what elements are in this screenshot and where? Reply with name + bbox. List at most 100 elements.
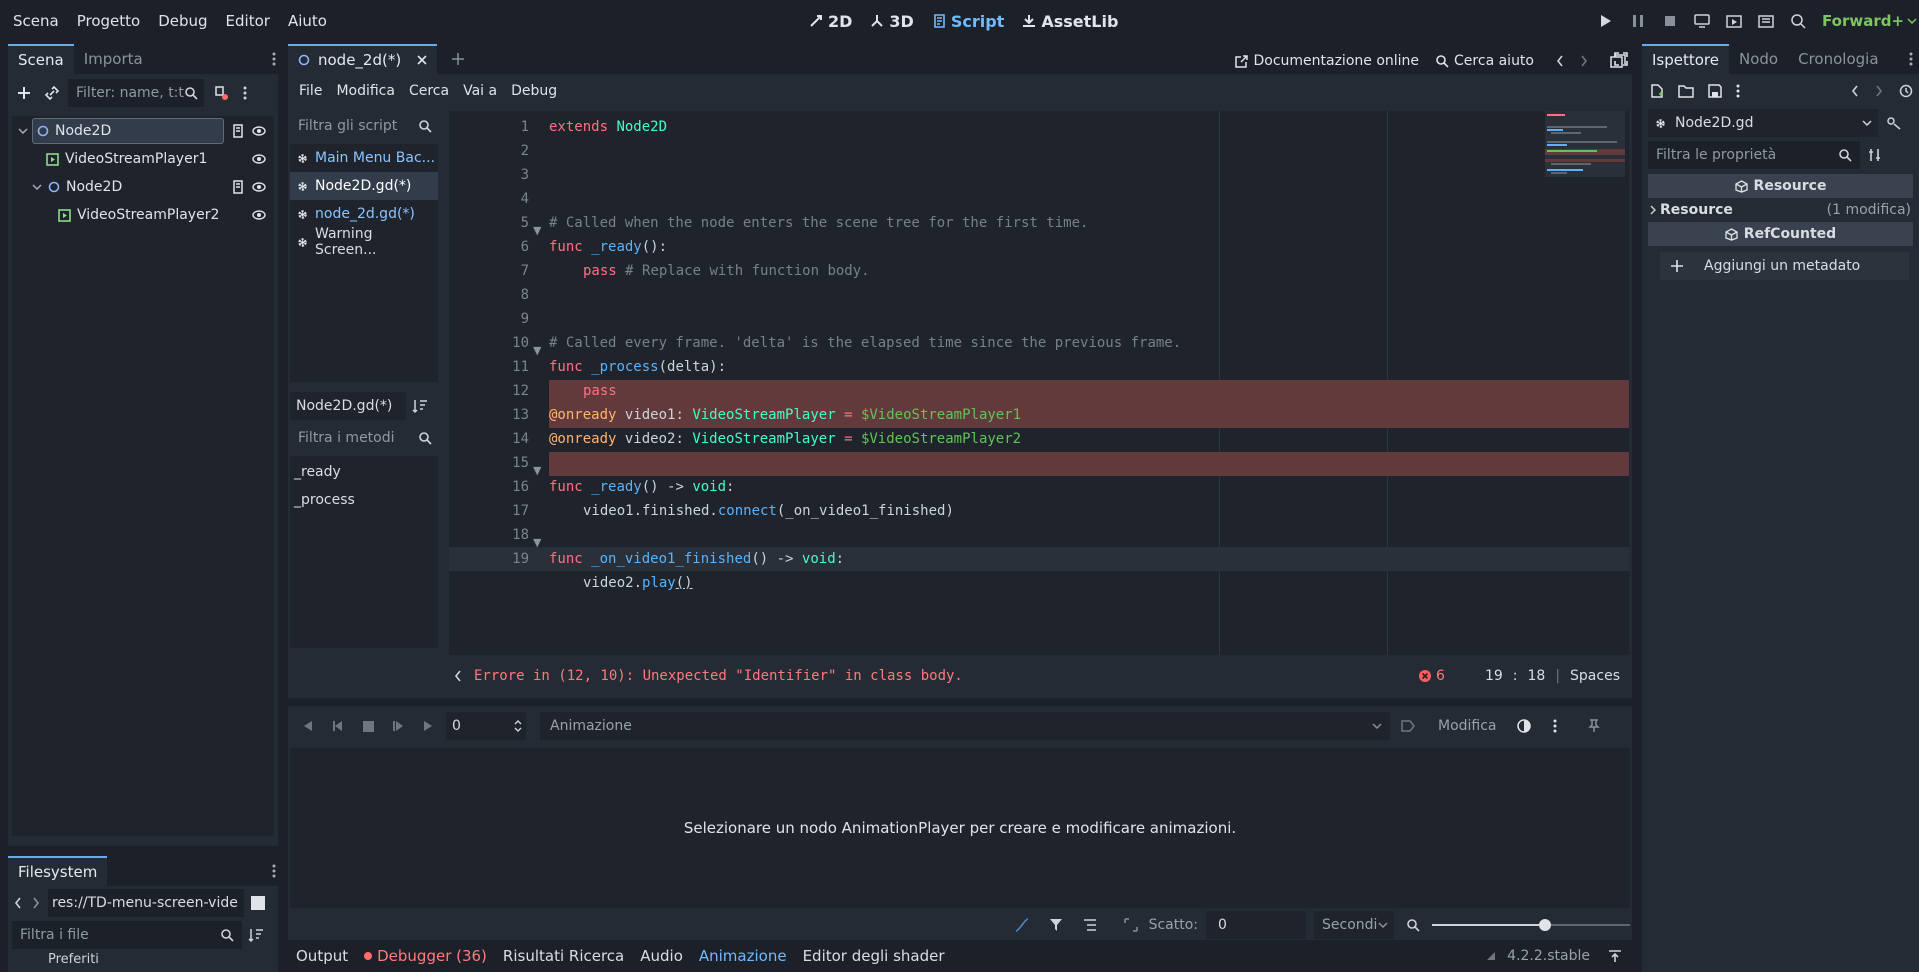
resource-section[interactable]: Resource (1 modifica) (1642, 198, 1919, 222)
script-icon[interactable] (232, 124, 244, 138)
new-resource-icon[interactable] (1650, 84, 1664, 98)
menu-editor[interactable]: Editor (219, 12, 277, 30)
expand-panel-icon[interactable] (1608, 950, 1622, 962)
back-arrow-icon[interactable] (12, 897, 24, 909)
method-item-ready[interactable]: _ready (290, 458, 438, 486)
file-filter-input[interactable] (12, 921, 242, 949)
play-icon[interactable] (1590, 0, 1622, 42)
zoom-slider-grabber[interactable] (1538, 919, 1551, 931)
sort-icon[interactable] (412, 399, 428, 413)
script-item-warning-screen[interactable]: Warning Screen... (290, 226, 438, 258)
add-metadata-button[interactable]: Aggiungi un metadato (1660, 252, 1909, 280)
code-editor[interactable]: 1 2 3 4 5 6 7 8 9 10 11 12 13 14 15 16 17 18 19 ▼ ▼ ▼ ▼ ex… (449, 111, 1629, 655)
sort-icon[interactable] (248, 928, 264, 942)
stop-icon[interactable] (1654, 0, 1686, 42)
pin-icon[interactable] (1579, 719, 1609, 733)
method-item-process[interactable]: _process (290, 486, 438, 514)
play-backwards-from-end-icon[interactable] (326, 720, 350, 732)
online-docs-button[interactable]: Documentazione online (1235, 53, 1419, 69)
frame-spinbox[interactable]: 0 (446, 712, 526, 740)
fold-arrow-icon[interactable]: ▼ (533, 464, 541, 477)
bezier-curve-icon[interactable] (1009, 918, 1035, 932)
script-item-node2d-gd[interactable]: Node2D.gd(*) (290, 172, 438, 200)
mode-3d-button[interactable]: 3D (870, 12, 914, 31)
renderer-select[interactable]: Forward+ (1822, 12, 1904, 30)
animation-select[interactable]: Animazione (540, 712, 1390, 740)
visibility-eye-icon[interactable] (252, 210, 266, 220)
toggle-panel-icon[interactable] (1610, 54, 1626, 68)
forward-arrow-icon[interactable] (30, 897, 42, 909)
snap-value-field[interactable]: 0 (1206, 911, 1306, 939)
pause-icon[interactable] (1622, 0, 1654, 42)
onion-skin-icon[interactable] (1509, 719, 1539, 733)
remote-debug-icon[interactable] (1686, 0, 1718, 42)
dock-menu-icon[interactable] (272, 864, 276, 878)
minimap[interactable] (1545, 111, 1625, 177)
script-item-main-menu[interactable]: Main Menu Bac... (290, 144, 438, 172)
indent-mode[interactable]: Spaces (1570, 668, 1620, 684)
open-folder-icon[interactable] (1678, 84, 1694, 98)
tab-filesystem[interactable]: Filesystem (8, 856, 108, 886)
split-mode-icon[interactable] (250, 895, 266, 911)
object-selector[interactable]: Node2D.gd (1648, 109, 1878, 137)
bottom-tab-output[interactable]: Output (296, 947, 348, 965)
search-help-button[interactable]: Cerca aiuto (1435, 53, 1534, 69)
zoom-slider[interactable] (1432, 918, 1630, 932)
add-node-icon[interactable] (12, 86, 36, 100)
visibility-eye-icon[interactable] (252, 154, 266, 164)
bottom-tab-animation[interactable]: Animazione (699, 947, 787, 965)
chevron-left-icon[interactable] (1851, 85, 1859, 97)
link-icon[interactable] (42, 86, 62, 100)
error-message[interactable]: Errore in (12, 10): Unexpected "Identifi… (474, 668, 963, 684)
scene-menu-icon[interactable] (238, 86, 252, 100)
script-menu-debug[interactable]: Debug (504, 83, 564, 99)
movie-maker-icon[interactable] (1782, 0, 1814, 42)
close-icon[interactable] (417, 55, 427, 65)
filter-icon[interactable] (1043, 918, 1069, 932)
error-icon[interactable] (1418, 669, 1432, 683)
chevron-left-icon[interactable] (1556, 55, 1564, 67)
tree-view-icon[interactable] (1077, 919, 1103, 931)
chevron-right-icon[interactable] (1875, 85, 1883, 97)
stop-icon[interactable] (356, 720, 380, 732)
play-backwards-icon[interactable] (296, 720, 320, 732)
bottom-tab-shader-editor[interactable]: Editor degli shader (803, 947, 945, 965)
fold-arrow-icon[interactable]: ▼ (533, 536, 541, 549)
script-filter-input[interactable] (290, 112, 436, 140)
fold-arrow-icon[interactable]: ▼ (533, 224, 541, 237)
tree-item-videostreamplayer2[interactable]: VideoStreamPlayer2 (12, 201, 274, 229)
tree-item-videostreamplayer1[interactable]: VideoStreamPlayer1 (12, 145, 274, 173)
inspector-options-icon[interactable] (1868, 148, 1882, 162)
autoplay-icon[interactable] (1396, 720, 1420, 732)
tab-scena[interactable]: Scena (8, 44, 74, 74)
property-filter-input[interactable] (1648, 141, 1860, 169)
script-menu-cerca[interactable]: Cerca (402, 83, 456, 99)
add-tab-icon[interactable] (451, 52, 465, 66)
tab-importa[interactable]: Importa (74, 44, 153, 74)
script-item-node-2d-gd[interactable]: node_2d.gd(*) (290, 200, 438, 228)
dock-menu-icon[interactable] (272, 52, 276, 66)
tab-cronologia[interactable]: Cronologia (1788, 44, 1888, 74)
object-settings-icon[interactable] (1886, 116, 1902, 130)
more-options-icon[interactable] (1736, 84, 1740, 98)
menu-scena[interactable]: Scena (6, 12, 66, 30)
visibility-eye-icon[interactable] (252, 182, 266, 192)
path-field[interactable]: res://TD-menu-screen-vide (48, 889, 244, 917)
script-menu-modifica[interactable]: Modifica (329, 83, 402, 99)
script-icon[interactable] (232, 180, 244, 194)
bottom-tab-audio[interactable]: Audio (640, 947, 683, 965)
more-options-icon[interactable] (1545, 719, 1565, 733)
play-icon[interactable] (416, 720, 440, 732)
script-menu-vai-a[interactable]: Vai a (456, 83, 504, 99)
tab-node-2d[interactable]: node_2d(*) (288, 44, 438, 74)
favorites-item[interactable]: Preferiti (48, 952, 99, 967)
menu-aiuto[interactable]: Aiuto (281, 12, 334, 30)
dock-menu-icon[interactable] (1909, 52, 1913, 66)
history-icon[interactable] (1899, 84, 1913, 98)
menu-debug[interactable]: Debug (151, 12, 214, 30)
bottom-tab-debugger[interactable]: Debugger (36) (364, 947, 487, 965)
animation-edit-button[interactable]: Modifica (1432, 718, 1503, 734)
bottom-tab-search-results[interactable]: Risultati Ricerca (503, 947, 624, 965)
play-from-start-icon[interactable] (386, 720, 410, 732)
time-unit-select[interactable]: Secondi (1314, 911, 1394, 939)
